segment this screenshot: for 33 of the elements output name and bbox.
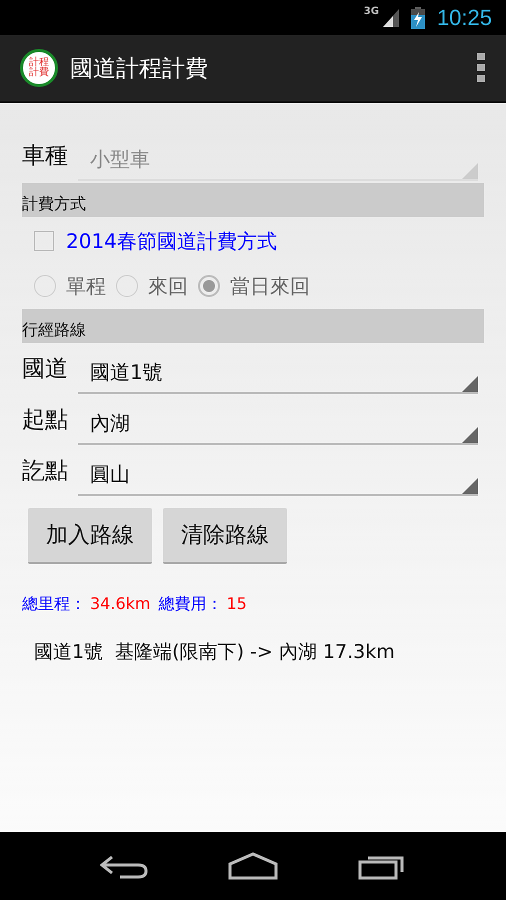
network-label: 3G <box>364 6 379 17</box>
field-label: 國道 <box>22 355 69 384</box>
back-icon[interactable] <box>100 853 148 879</box>
route-dropdown[interactable]: 內湖 <box>78 403 478 445</box>
radio-label[interactable]: 當日來回 <box>230 272 310 300</box>
logo-text: 計程 <box>29 58 49 68</box>
summary-value: 15 <box>226 594 247 615</box>
overflow-menu-icon[interactable] <box>476 53 486 83</box>
field-label: 起點 <box>22 406 69 435</box>
route-entry: 國道1號 基隆端(限南下) -> 內湖 17.3km <box>34 641 395 663</box>
field-label: 訖點 <box>22 457 69 486</box>
signal-icon <box>382 8 399 26</box>
route-dropdown[interactable]: 國道1號 <box>78 352 478 394</box>
section-header: 行經路線 <box>22 309 484 343</box>
summary-label: 總費用： <box>158 594 222 615</box>
radio-label[interactable]: 單程 <box>66 272 106 300</box>
summary-value: 34.6km <box>90 594 150 615</box>
action-button[interactable]: 清除路線 <box>163 508 287 564</box>
radio-button[interactable] <box>116 275 138 297</box>
radio-label[interactable]: 來回 <box>148 272 188 300</box>
section-header: 計費方式 <box>22 183 484 217</box>
checkbox[interactable] <box>34 231 54 251</box>
checkbox-label[interactable]: 2014春節國道計費方式 <box>66 228 277 254</box>
radio-button[interactable] <box>34 275 56 297</box>
home-icon[interactable] <box>226 852 279 880</box>
logo-text: 計費 <box>29 68 49 78</box>
battery-charging-icon <box>410 6 425 28</box>
action-button[interactable]: 加入路線 <box>28 508 152 564</box>
field-label: 車種 <box>22 142 69 171</box>
radio-button[interactable] <box>198 275 220 297</box>
summary-label: 總里程： <box>22 594 86 615</box>
app-title: 國道計程計費 <box>70 54 209 84</box>
clock-time: 10:25 <box>436 4 492 30</box>
